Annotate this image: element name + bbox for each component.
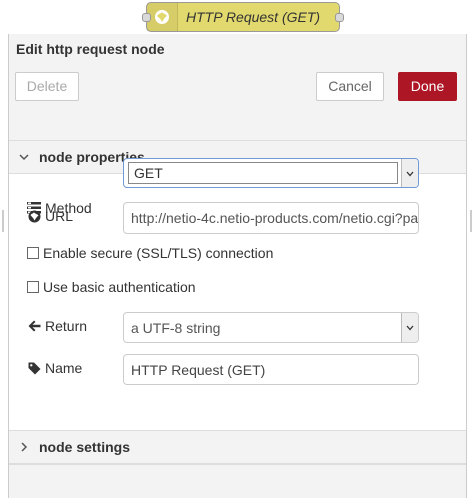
return-select[interactable]: a UTF-8 string: [123, 312, 419, 343]
resize-handle-left[interactable]: [2, 210, 4, 232]
output-port: [335, 13, 344, 22]
basic-auth-checkbox[interactable]: [27, 281, 39, 293]
name-label: Name: [27, 358, 82, 378]
tray-footer: [9, 464, 466, 498]
section-label: node settings: [39, 439, 131, 455]
secure-connection-row[interactable]: Enable secure (SSL/TLS) connection: [27, 245, 273, 261]
done-button[interactable]: Done: [398, 72, 457, 101]
url-label-text: URL: [45, 208, 74, 224]
return-select-value: a UTF-8 string: [131, 320, 221, 336]
section-node-settings[interactable]: node settings: [9, 430, 466, 464]
return-label: Return: [27, 316, 87, 336]
tray-title: Edit http request node: [16, 41, 165, 57]
cancel-button[interactable]: Cancel: [316, 72, 384, 101]
basic-auth-label: Use basic authentication: [43, 279, 196, 295]
delete-button[interactable]: Delete: [15, 72, 79, 101]
chevron-down-icon: [17, 152, 31, 162]
globe-icon: [147, 3, 178, 31]
node-preview: HTTP Request (GET): [142, 2, 344, 32]
secure-connection-label: Enable secure (SSL/TLS) connection: [43, 245, 274, 261]
url-input[interactable]: http://netio-4c.netio-products.com/netio…: [123, 202, 419, 234]
url-label: URL: [27, 206, 73, 226]
resize-handle-right[interactable]: [470, 210, 472, 232]
name-label-text: Name: [45, 360, 83, 376]
basic-auth-row[interactable]: Use basic authentication: [27, 279, 196, 295]
secure-connection-checkbox[interactable]: [27, 247, 39, 259]
chevron-down-icon: [401, 159, 418, 187]
return-label-text: Return: [45, 318, 88, 334]
node-preview-label: HTTP Request (GET): [186, 9, 321, 25]
input-port: [142, 13, 151, 22]
method-select[interactable]: GET: [123, 158, 419, 188]
method-select-value: GET: [128, 162, 398, 184]
edit-tray: Edit http request node Delete Cancel Don…: [8, 34, 467, 498]
tag-icon: [27, 361, 41, 375]
globe-icon: [27, 209, 41, 223]
chevron-down-icon: [401, 313, 418, 342]
arrow-left-icon: [27, 319, 41, 333]
name-input[interactable]: HTTP Request (GET): [123, 354, 419, 385]
chevron-right-icon: [17, 442, 31, 452]
